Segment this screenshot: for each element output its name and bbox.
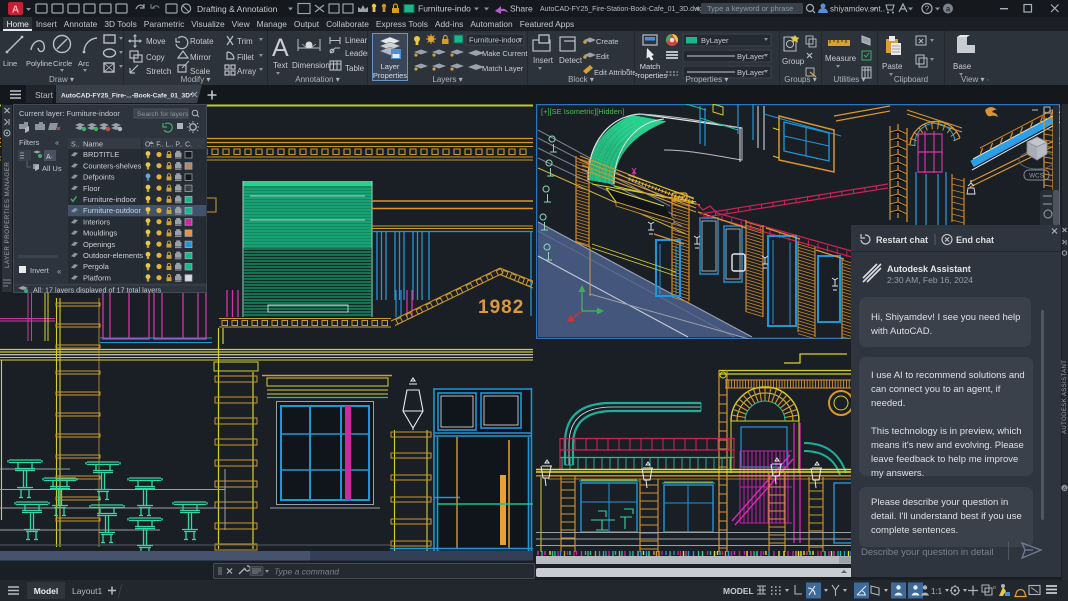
svg-text:A: A — [272, 34, 289, 62]
svg-text:S..: S.. — [71, 142, 80, 149]
svg-text:Measure: Measure — [825, 54, 857, 63]
svg-text:Rotate: Rotate — [190, 37, 214, 46]
svg-text:Defpoints: Defpoints — [83, 173, 115, 182]
svg-text:Leader: Leader — [345, 49, 368, 58]
svg-text:Linear: Linear — [345, 36, 368, 45]
svg-text:?: ? — [925, 5, 930, 14]
svg-text:LAYER PROPERTIES MANAGER: LAYER PROPERTIES MANAGER — [4, 162, 11, 268]
svg-text:Base: Base — [953, 62, 972, 71]
svg-text:Make Current: Make Current — [482, 49, 528, 58]
svg-text:Interiors: Interiors — [83, 217, 110, 226]
svg-text:Group: Group — [782, 57, 805, 66]
svg-text:o: o — [993, 585, 996, 591]
svg-text:Type a command: Type a command — [274, 567, 339, 577]
svg-text:Edit: Edit — [596, 52, 610, 61]
svg-text:Layout1: Layout1 — [72, 586, 103, 596]
svg-text:BRDTITLE: BRDTITLE — [83, 150, 119, 159]
svg-text:Drafting & Annotation: Drafting & Annotation — [197, 4, 278, 14]
svg-text:Furniture-indo: Furniture-indo — [418, 4, 471, 14]
svg-text:AutoCAD-FY25_Fire-...-Book-Caf: AutoCAD-FY25_Fire-...-Book-Cafe_01_3D* — [61, 93, 193, 100]
svg-text:Create: Create — [596, 37, 619, 46]
svg-text:Invert: Invert — [30, 266, 50, 275]
svg-text:Restart chat: Restart chat — [876, 235, 928, 245]
svg-text:A: A — [12, 5, 19, 16]
svg-text:Move: Move — [146, 37, 166, 46]
svg-text:Pergola: Pergola — [83, 262, 110, 271]
svg-text:Match Layer: Match Layer — [482, 64, 524, 73]
svg-text:Name: Name — [83, 140, 103, 149]
svg-text:O.. F.. L.. P.. C.: O.. F.. L.. P.. C. — [145, 142, 192, 149]
svg-text:Fillet: Fillet — [237, 53, 255, 62]
svg-text:Detect: Detect — [559, 56, 583, 65]
svg-text:ByLayer: ByLayer — [701, 36, 729, 45]
svg-text:Insert: Insert — [533, 56, 554, 65]
svg-text:Table: Table — [345, 64, 365, 73]
svg-text:AutoCAD-FY25_Fire-Station-Book: AutoCAD-FY25_Fire-Station-Book-Cafe_01_3… — [540, 6, 703, 13]
svg-text:Copy: Copy — [146, 53, 165, 62]
svg-text:Arc: Arc — [78, 59, 90, 68]
svg-text:Polyline: Polyline — [26, 59, 52, 68]
svg-text:1982: 1982 — [478, 297, 524, 318]
svg-text:«: « — [57, 267, 62, 276]
svg-text:Furniture-indoor: Furniture-indoor — [469, 36, 523, 45]
svg-text:Furniture-outdoor: Furniture-outdoor — [83, 206, 141, 215]
svg-text:Type a keyword or phrase: Type a keyword or phrase — [707, 4, 793, 13]
svg-text:Platform: Platform — [83, 273, 111, 282]
svg-text:Match: Match — [640, 62, 660, 71]
svg-text:Model: Model — [34, 586, 59, 596]
svg-text:Share: Share — [510, 4, 533, 14]
svg-text:Current layer: Furniture-indoo: Current layer: Furniture-indoor — [19, 109, 120, 118]
svg-text:Start: Start — [35, 90, 54, 100]
svg-text:Outdoor-elements: Outdoor-elements — [83, 251, 143, 260]
svg-text:Dimension: Dimension — [292, 61, 330, 70]
svg-text:shiyamdev.snt..: shiyamdev.snt.. — [830, 5, 885, 14]
svg-text:«: « — [55, 138, 59, 147]
svg-text:Floor: Floor — [83, 184, 101, 193]
svg-text:Search for layers: Search for layers — [137, 111, 189, 118]
svg-text:ByLayer: ByLayer — [737, 52, 765, 61]
svg-text:Layer: Layer — [381, 62, 400, 71]
svg-text:Circle: Circle — [53, 59, 72, 68]
svg-text:End chat: End chat — [956, 235, 994, 245]
svg-text:Line: Line — [3, 59, 17, 68]
svg-text:All: 17 layers displayed of 17: All: 17 layers displayed of 17 total lay… — [33, 286, 162, 294]
svg-text:Mouldings: Mouldings — [83, 229, 117, 238]
svg-text:Filters: Filters — [19, 138, 40, 147]
svg-text:A·: A· — [46, 154, 53, 161]
svg-text:WCS: WCS — [1029, 173, 1044, 180]
svg-text:[+][SE Isometric][Hidden]: [+][SE Isometric][Hidden] — [541, 107, 624, 116]
svg-text:Trim: Trim — [237, 37, 253, 46]
svg-text:Openings: Openings — [83, 240, 115, 249]
svg-text:AUTODESK ASSISTANT: AUTODESK ASSISTANT — [1062, 360, 1068, 434]
svg-text:Paste: Paste — [882, 62, 903, 71]
svg-text:MODEL: MODEL — [723, 586, 754, 596]
svg-text:Mirror: Mirror — [190, 53, 211, 62]
svg-text:a: a — [946, 5, 951, 14]
svg-text:1:1: 1:1 — [931, 587, 943, 596]
svg-text:Text: Text — [273, 61, 288, 70]
svg-text:Furniture-indoor: Furniture-indoor — [83, 195, 137, 204]
svg-text:Counters-shelves: Counters-shelves — [83, 161, 142, 170]
svg-text:All Us: All Us — [42, 164, 62, 173]
